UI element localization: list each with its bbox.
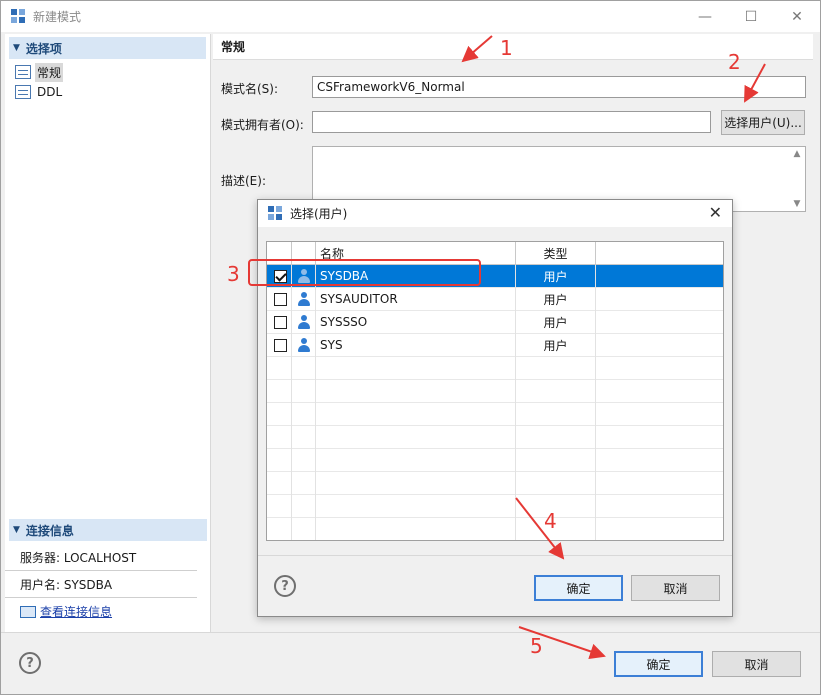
row-checkbox[interactable] xyxy=(274,338,287,352)
dialog-cancel-button[interactable]: 取消 xyxy=(631,575,720,601)
nav-item-label: DDL xyxy=(37,85,63,99)
row-checkbox[interactable] xyxy=(274,315,287,329)
owner-input[interactable] xyxy=(312,111,711,133)
collapse-triangle-icon: ▼ xyxy=(13,525,20,535)
user-name: SYSSSO xyxy=(316,310,516,334)
dialog-divider xyxy=(258,555,732,556)
view-connection-link[interactable]: 查看连接信息 xyxy=(40,603,112,620)
options-section-title: 选择项 xyxy=(25,41,62,56)
empty-row xyxy=(267,356,723,380)
user-icon xyxy=(297,292,311,306)
dialog-help-icon[interactable]: ? xyxy=(274,575,296,597)
connection-icon xyxy=(20,605,36,618)
name-column-header[interactable]: 名称 xyxy=(316,242,516,264)
empty-row xyxy=(267,517,723,540)
user-table: 名称 类型 SYSDBA 用户 SYSAUDITOR 用户 SYSSSO 用户 … xyxy=(266,241,724,541)
form-icon xyxy=(15,85,31,99)
maximize-button[interactable]: ☐ xyxy=(728,1,774,32)
form-icon xyxy=(15,65,31,79)
user-name: SYSAUDITOR xyxy=(316,287,516,311)
footer-bar: ? 确定 取消 xyxy=(1,632,820,694)
select-user-dialog: 选择(用户) ✕ 名称 类型 SYSDBA 用户 SYSAUDITOR 用户 S… xyxy=(257,199,733,617)
select-user-button[interactable]: 选择用户(U)... xyxy=(721,110,805,135)
annotation-number-4: 4 xyxy=(544,509,557,533)
user-icon xyxy=(297,269,311,283)
window-title: 新建模式 xyxy=(33,10,82,24)
dialog-title: 选择(用户) xyxy=(290,207,348,221)
minimize-button[interactable]: — xyxy=(682,1,728,32)
dialog-close-icon[interactable]: ✕ xyxy=(709,203,722,222)
table-row[interactable]: SYSSSO 用户 xyxy=(267,310,723,334)
connection-section-header[interactable]: ▼ 连接信息 xyxy=(9,519,207,541)
user-label: 用户名: SYSDBA xyxy=(20,577,113,592)
annotation-number-1: 1 xyxy=(500,36,513,60)
table-row[interactable]: SYSDBA 用户 xyxy=(267,264,723,288)
nav-item-label: 常规 xyxy=(35,62,64,82)
table-header: 名称 类型 xyxy=(267,242,723,265)
user-type: 用户 xyxy=(516,333,596,357)
user-type: 用户 xyxy=(516,287,596,311)
user-info: 用户名: SYSDBA xyxy=(5,571,197,598)
checkbox-column-header xyxy=(267,242,292,264)
annotation-number-2: 2 xyxy=(728,50,741,74)
description-scrollbar[interactable]: ▲ ▼ xyxy=(791,149,803,209)
view-connection-row: 查看连接信息 xyxy=(5,598,197,625)
connection-info: ▼ 连接信息 服务器: LOCALHOST 用户名: SYSDBA 查看连接信息 xyxy=(5,516,211,625)
page-title: 常规 xyxy=(213,34,813,60)
owner-label: 模式拥有者(O): xyxy=(221,118,304,132)
user-name: SYSDBA xyxy=(316,264,516,288)
options-section-header[interactable]: ▼ 选择项 xyxy=(9,37,206,59)
help-icon[interactable]: ? xyxy=(19,652,41,674)
type-column-header[interactable]: 类型 xyxy=(516,242,596,264)
row-checkbox[interactable] xyxy=(274,292,287,306)
ok-button[interactable]: 确定 xyxy=(614,651,703,677)
nav-item-ddl[interactable]: DDL xyxy=(15,82,210,102)
user-icon xyxy=(297,315,311,329)
server-info: 服务器: LOCALHOST xyxy=(5,544,197,571)
app-icon xyxy=(268,205,284,222)
cancel-button[interactable]: 取消 xyxy=(712,651,801,677)
empty-row xyxy=(267,471,723,495)
empty-row xyxy=(267,402,723,426)
empty-row xyxy=(267,448,723,472)
nav-item-general[interactable]: 常规 xyxy=(15,62,210,82)
empty-row xyxy=(267,494,723,518)
empty-row xyxy=(267,425,723,449)
user-icon xyxy=(297,338,311,352)
description-label: 描述(E): xyxy=(221,174,266,188)
user-name: SYS xyxy=(316,333,516,357)
annotation-number-5: 5 xyxy=(530,634,543,658)
annotation-number-3: 3 xyxy=(227,262,240,286)
connection-section-title: 连接信息 xyxy=(25,523,74,538)
collapse-triangle-icon: ▼ xyxy=(13,43,20,53)
schema-name-label: 模式名(S): xyxy=(221,82,279,96)
row-checkbox[interactable] xyxy=(274,269,287,283)
window-titlebar: 新建模式 — ☐ ✕ xyxy=(1,1,820,32)
user-type: 用户 xyxy=(516,310,596,334)
table-row[interactable]: SYSAUDITOR 用户 xyxy=(267,287,723,311)
server-label: 服务器: LOCALHOST xyxy=(20,550,137,565)
app-icon xyxy=(11,8,27,25)
icon-column-header xyxy=(292,242,316,264)
dialog-ok-button[interactable]: 确定 xyxy=(534,575,623,601)
close-button[interactable]: ✕ xyxy=(774,1,820,32)
left-pane: ▼ 选择项 常规 DDL ▼ 连接信息 服务器: LOCALHOST 用户名: … xyxy=(5,34,211,632)
empty-row xyxy=(267,379,723,403)
table-row[interactable]: SYS 用户 xyxy=(267,333,723,357)
dialog-titlebar: 选择(用户) ✕ xyxy=(258,200,732,227)
user-type: 用户 xyxy=(516,264,596,288)
schema-name-input[interactable]: CSFrameworkV6_Normal xyxy=(312,76,806,98)
